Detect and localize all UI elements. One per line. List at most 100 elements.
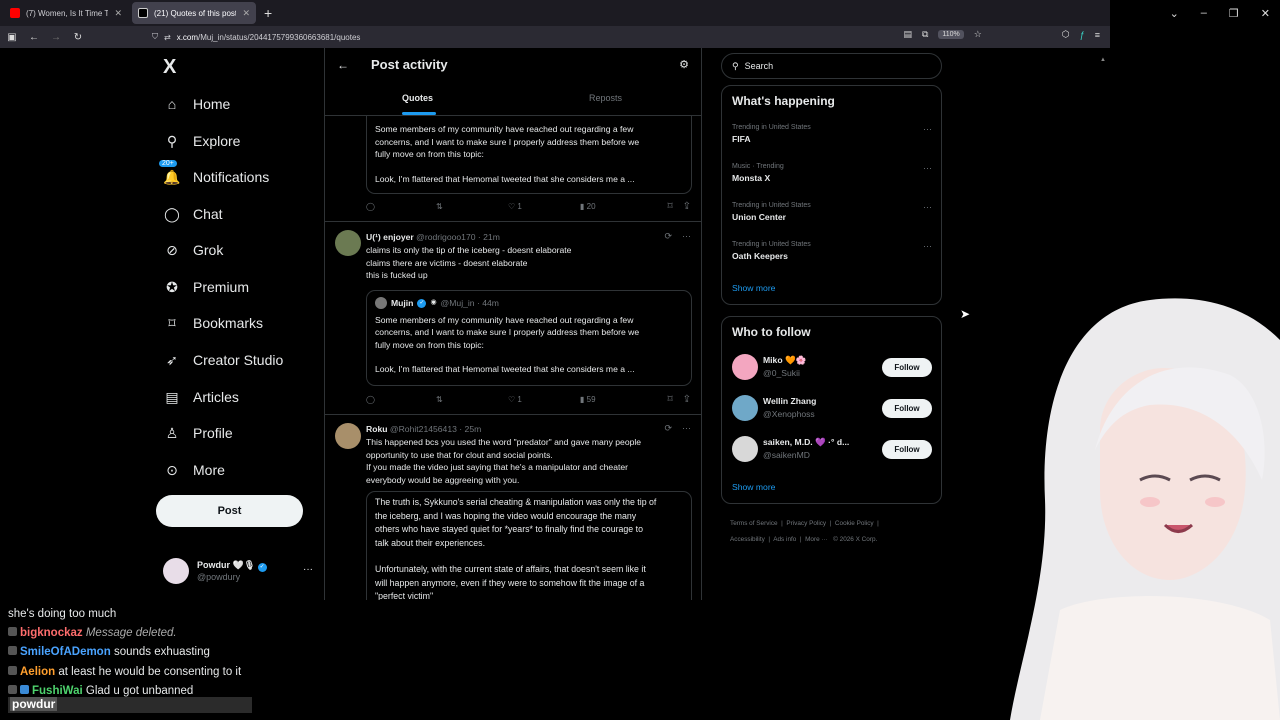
quoted-text-line: fully move on from this topic: bbox=[375, 339, 484, 350]
like-button[interactable]: ♡ 1 bbox=[508, 395, 580, 404]
reply-icon[interactable]: ◯ bbox=[366, 202, 436, 211]
footer-link[interactable]: More ··· bbox=[805, 536, 828, 543]
nav-label: Premium bbox=[193, 279, 250, 295]
trend-item[interactable]: Music · Trending Monsta X ··· bbox=[732, 163, 932, 183]
nav-notifications[interactable]: 🔔 20+ Notifications bbox=[159, 160, 269, 185]
post-text-line: opportunity to use that for clout and so… bbox=[366, 449, 553, 460]
reply-icon[interactable]: ◯ bbox=[366, 395, 436, 404]
quote-post[interactable]: Roku @Rohit21456413 · 25m ⟳ ··· This hap… bbox=[325, 415, 701, 600]
more-dots-icon[interactable]: ··· bbox=[682, 231, 691, 242]
show-more-link[interactable]: Show more bbox=[732, 482, 775, 492]
page-title: Post activity bbox=[371, 57, 448, 72]
more-dots-icon[interactable]: ··· bbox=[923, 202, 932, 212]
follow-button[interactable]: Follow bbox=[882, 399, 932, 418]
more-dots-icon[interactable]: ··· bbox=[923, 241, 932, 251]
scroll-up-icon[interactable]: ▲ bbox=[1100, 57, 1106, 63]
post-actions: ◯ ⇅ ♡ 1 ▮ 59 bbox=[366, 395, 696, 404]
account-switcher[interactable]: Powdur 🤍🎙 ✓ @powdury ··· bbox=[163, 558, 313, 584]
nav-profile[interactable]: ♙ Profile bbox=[164, 425, 233, 442]
share-icon[interactable]: ⇪ bbox=[683, 201, 691, 212]
footer-link[interactable]: Accessibility bbox=[730, 536, 765, 543]
follow-suggestion[interactable]: Miko 🧡🌸 @0_Sukii Follow bbox=[732, 351, 932, 383]
search-input[interactable]: ⚲ Search bbox=[721, 53, 942, 79]
repost-icon[interactable]: ⇅ bbox=[436, 202, 508, 211]
trend-item[interactable]: Trending in United States FIFA ··· bbox=[732, 124, 932, 144]
new-tab-icon[interactable]: + bbox=[264, 5, 272, 21]
back-icon[interactable]: ← bbox=[24, 32, 44, 43]
maximize-icon[interactable]: ❐ bbox=[1229, 7, 1239, 20]
reload-icon[interactable]: ↻ bbox=[68, 32, 88, 43]
nav-articles[interactable]: ▤ Articles bbox=[164, 389, 239, 406]
tab-list-icon[interactable]: ⌄ bbox=[1170, 7, 1179, 20]
browser-tab-x[interactable]: (21) Quotes of this post / X ✕ bbox=[132, 2, 256, 24]
minimize-icon[interactable]: – bbox=[1201, 7, 1207, 19]
more-dots-icon[interactable]: ··· bbox=[682, 423, 691, 434]
screenshot-icon[interactable]: ⧉ bbox=[922, 29, 928, 40]
quoted-post[interactable]: Some members of my community have reache… bbox=[366, 108, 692, 194]
home-icon: ⌂ bbox=[167, 96, 177, 112]
more-dots-icon[interactable]: ··· bbox=[923, 163, 932, 173]
footer-link[interactable]: Cookie Policy bbox=[835, 520, 874, 527]
url-bar-actions: ▤ ⧉ 110% ☆ ⬡ ƒ ≡ bbox=[903, 29, 1100, 40]
url-bar[interactable]: ⛉ ⇄ x.com/Muj_in/status/2044175799360663… bbox=[152, 29, 972, 45]
tab-quotes[interactable]: Quotes bbox=[402, 93, 433, 103]
trend-item[interactable]: Trending in United States Oath Keepers ·… bbox=[732, 241, 932, 261]
quoted-post[interactable]: The truth is, Sykkuno's serial cheating … bbox=[366, 491, 692, 600]
bookmark-icon[interactable]: ⌑ bbox=[667, 201, 672, 212]
nav-explore[interactable]: ⚲ Explore bbox=[164, 133, 241, 150]
views-button[interactable]: ▮ 59 bbox=[580, 395, 596, 404]
zoom-level[interactable]: 110% bbox=[938, 30, 964, 39]
forward-icon[interactable]: → bbox=[46, 32, 66, 43]
x-logo[interactable]: X bbox=[163, 56, 176, 79]
show-more-link[interactable]: Show more bbox=[732, 283, 775, 293]
quote-post[interactable]: U(¹) enjoyer @rodrigooo170 · 21m ⟳ ··· c… bbox=[325, 222, 701, 415]
browser-tab-youtube[interactable]: (7) Women, Is It Time To Make ✕ bbox=[4, 2, 128, 24]
follow-suggestion[interactable]: Wellin Zhang @Xenophoss Follow bbox=[732, 392, 932, 424]
quoted-text-line: Look, I'm flattered that Hemomal tweeted… bbox=[375, 364, 635, 374]
footer-link[interactable]: Terms of Service bbox=[730, 520, 778, 527]
follow-button[interactable]: Follow bbox=[882, 440, 932, 459]
nav-label: Explore bbox=[193, 133, 241, 149]
follow-button[interactable]: Follow bbox=[882, 358, 932, 377]
nav-premium[interactable]: ✪ Premium bbox=[164, 279, 250, 296]
share-icon[interactable]: ⇪ bbox=[683, 394, 691, 405]
nav-chat[interactable]: ◯ Chat bbox=[164, 206, 222, 223]
quoted-text-line: others who have stayed quiet for *years*… bbox=[375, 524, 643, 534]
back-arrow-icon[interactable]: ← bbox=[337, 58, 349, 72]
filter-settings-icon[interactable]: ⚙ bbox=[679, 58, 689, 71]
repost-icon[interactable]: ⇅ bbox=[436, 395, 508, 404]
extensions-icon[interactable]: ⬡ bbox=[1062, 29, 1070, 40]
nav-creator-studio[interactable]: ➶ Creator Studio bbox=[164, 352, 283, 369]
nav-bookmarks[interactable]: ⌑ Bookmarks bbox=[164, 315, 263, 332]
close-tab-icon[interactable]: ✕ bbox=[242, 8, 250, 19]
like-button[interactable]: ♡ 1 bbox=[508, 202, 580, 211]
quoted-post[interactable]: Mujin ✓ ◉ @Muj_in · 44m Some members of … bbox=[366, 290, 692, 386]
footer-link[interactable]: Privacy Policy bbox=[786, 520, 826, 527]
nav-more[interactable]: ⊙ More bbox=[164, 462, 225, 479]
post-menu: ⟳ ··· bbox=[664, 231, 691, 242]
trend-item[interactable]: Trending in United States Union Center ·… bbox=[732, 202, 932, 222]
reader-view-icon[interactable]: ▤ bbox=[903, 29, 912, 40]
nav-grok[interactable]: ⊘ Grok bbox=[164, 242, 223, 259]
post-button[interactable]: Post bbox=[156, 495, 303, 527]
extension-icon[interactable]: ƒ bbox=[1080, 30, 1085, 40]
more-dots-icon[interactable]: ··· bbox=[923, 124, 932, 134]
sidebar-toggle-icon[interactable]: ▣ bbox=[2, 32, 22, 43]
bookmark-icon[interactable]: ⌑ bbox=[667, 394, 672, 405]
avatar bbox=[732, 395, 758, 421]
grok-icon[interactable]: ⟳ bbox=[664, 423, 672, 434]
grok-icon[interactable]: ⟳ bbox=[664, 231, 672, 242]
follow-suggestion[interactable]: saiken, M.D. 💜 ·° d... @saikenMD Follow bbox=[732, 433, 932, 465]
close-window-icon[interactable]: ✕ bbox=[1261, 7, 1270, 20]
tab-reposts[interactable]: Reposts bbox=[589, 93, 622, 103]
nav-label: Profile bbox=[193, 425, 233, 441]
like-count: 1 bbox=[517, 395, 522, 404]
quoted-handle: @Muj_in · 44m bbox=[440, 298, 499, 308]
footer-link[interactable]: Ads info bbox=[773, 536, 796, 543]
close-tab-icon[interactable]: ✕ bbox=[114, 8, 122, 19]
views-button[interactable]: ▮ 20 bbox=[580, 202, 596, 211]
nav-home[interactable]: ⌂ Home bbox=[164, 96, 231, 112]
more-dots-icon[interactable]: ··· bbox=[303, 564, 313, 575]
menu-icon[interactable]: ≡ bbox=[1095, 30, 1100, 40]
bookmark-star-icon[interactable]: ☆ bbox=[974, 29, 982, 40]
